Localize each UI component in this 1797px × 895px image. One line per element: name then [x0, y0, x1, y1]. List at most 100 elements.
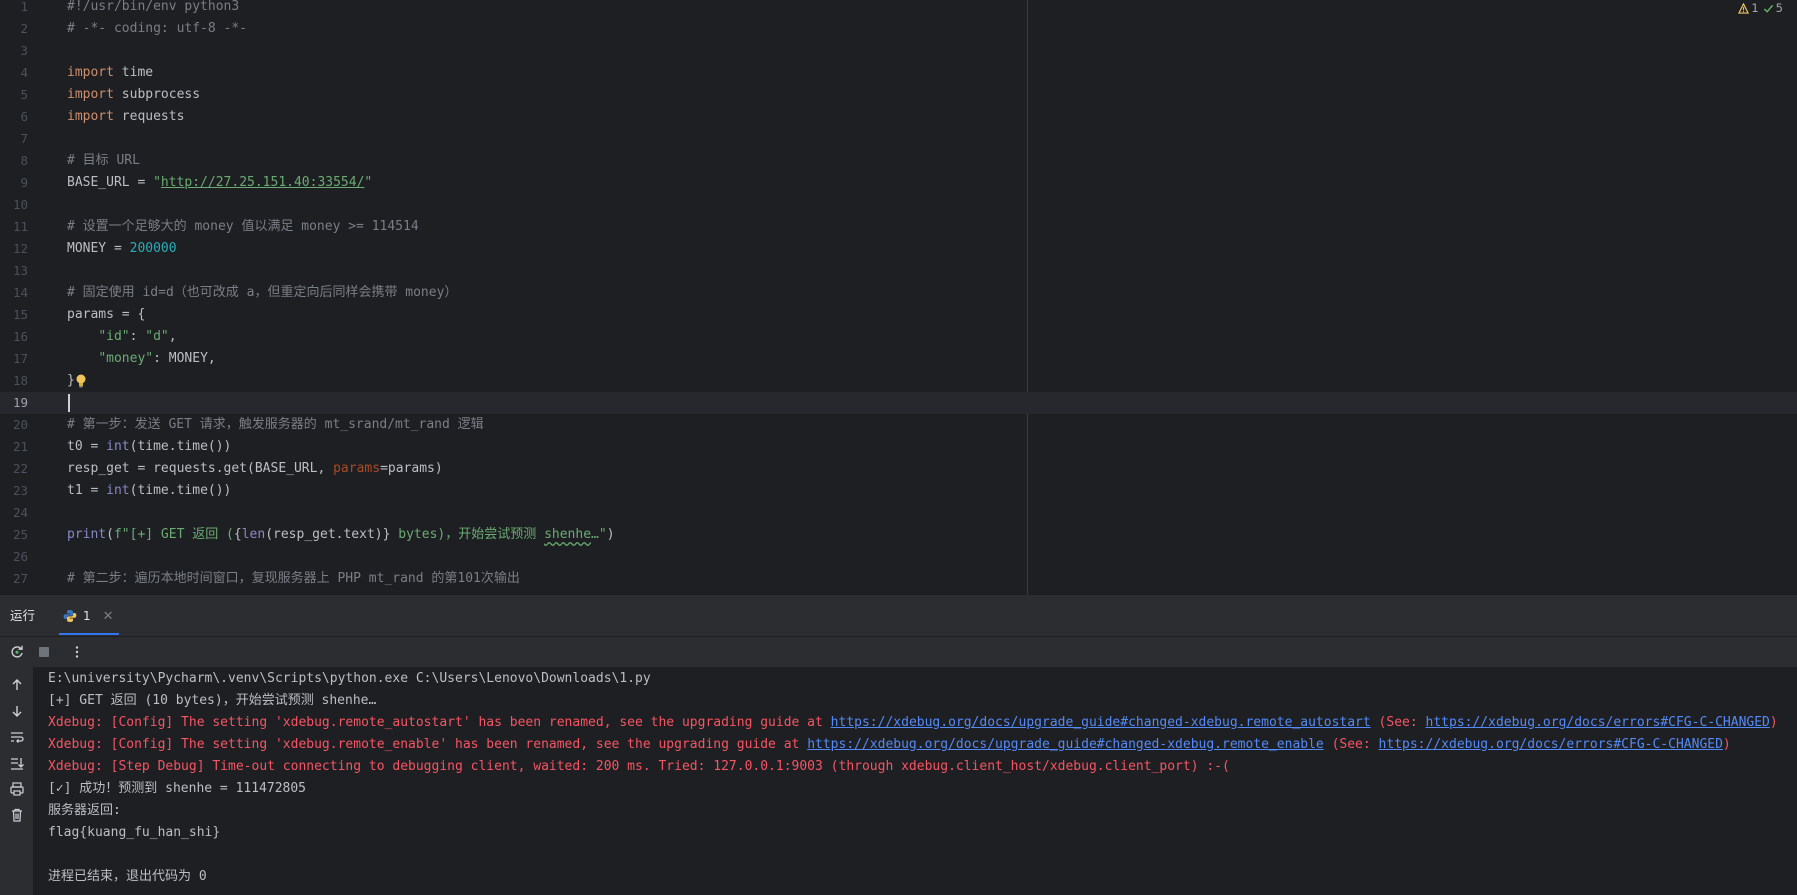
console-text: ): [1722, 737, 1731, 752]
line-number: 26: [12, 549, 28, 564]
inspection-widget[interactable]: 1 5: [1738, 0, 1783, 16]
code-line[interactable]: 13: [0, 260, 1797, 282]
url-link[interactable]: http://27.25.151.40:33554/: [161, 175, 365, 190]
line-number: 18: [12, 373, 28, 388]
code-line[interactable]: 14 # 固定使用 id=d（也可改成 a，但重定向后同样会携带 money）: [0, 282, 1797, 304]
soft-wrap-icon[interactable]: [9, 729, 25, 745]
code-line[interactable]: 1 #!/usr/bin/env python3: [0, 0, 1797, 18]
console-line: [✓] 成功！预测到 shenhe = 111472805: [48, 778, 1797, 800]
code-token: import: [67, 65, 114, 80]
console-text: 进程已结束，退出代码为 0: [48, 869, 207, 884]
code-line[interactable]: 16 "id": "d",: [0, 326, 1797, 348]
line-number: 19: [12, 395, 28, 410]
code-line[interactable]: 19: [0, 392, 1797, 414]
code-token: # 固定使用 id=d（也可改成 a，但重定向后同样会携带 money）: [67, 285, 458, 300]
code-text: print(f"[+] GET 返回 ({len(resp_get.text)}…: [67, 524, 615, 546]
code-line[interactable]: 20 # 第一步：发送 GET 请求，触发服务器的 mt_srand/mt_ran…: [0, 414, 1797, 436]
code-token: ": [364, 175, 373, 190]
code-token: : MONEY,: [153, 351, 216, 366]
code-token: BASE_URL =: [67, 175, 154, 190]
code-line[interactable]: 18}: [0, 370, 1797, 392]
code-line[interactable]: 11 # 设置一个足够大的 money 值以满足 money >= 114514: [0, 216, 1797, 238]
code-line[interactable]: 21 t0 = int(time.time()): [0, 436, 1797, 458]
code-line[interactable]: 10: [0, 194, 1797, 216]
code-editor[interactable]: 1 #!/usr/bin/env python3 2 # -*- coding: ut…: [0, 0, 1797, 595]
code-line[interactable]: 12 MONEY = 200000: [0, 238, 1797, 260]
code-line[interactable]: 25 print(f"[+] GET 返回 ({len(resp_get.text…: [0, 524, 1797, 546]
run-side-toolbar: [0, 667, 33, 895]
ide-window: 1 #!/usr/bin/env python3 2 # -*- coding: ut…: [0, 0, 1797, 895]
console-link[interactable]: https://xdebug.org/docs/upgrade_guide#ch…: [807, 737, 1324, 752]
line-number: 27: [12, 571, 28, 586]
code-line[interactable]: 7: [0, 128, 1797, 150]
code-line[interactable]: 5 import subprocess: [0, 84, 1797, 106]
code-line[interactable]: 3: [0, 40, 1797, 62]
code-line[interactable]: 24: [0, 502, 1797, 524]
code-text: # -*- coding: utf-8 -*-: [67, 18, 247, 40]
arrow-down-icon[interactable]: [9, 703, 25, 719]
lightbulb-icon[interactable]: [74, 373, 88, 389]
code-token: # -*- coding: utf-8 -*-: [67, 21, 248, 36]
code-line[interactable]: 26: [0, 546, 1797, 568]
code-line[interactable]: 9 BASE_URL = "http://27.25.151.40:33554/": [0, 172, 1797, 194]
code-text: import subprocess: [67, 84, 200, 106]
line-number: 15: [12, 307, 28, 322]
console-text: (See:: [1370, 715, 1426, 730]
code-token: (time.time()): [129, 483, 232, 498]
code-line[interactable]: 8 # 目标 URL: [0, 150, 1797, 172]
code-token: # 目标 URL: [67, 153, 140, 168]
console-output[interactable]: E:\university\Pycharm\.venv\Scripts\pyth…: [48, 668, 1797, 895]
line-number: 17: [12, 351, 28, 366]
console-text: Xdebug: [Config] The setting 'xdebug.rem…: [48, 737, 808, 752]
code-line[interactable]: 27 # 第二步：遍历本地时间窗口，复现服务器上 PHP mt_rand 的第10…: [0, 568, 1797, 590]
scroll-to-end-icon[interactable]: [9, 755, 25, 771]
code-line[interactable]: 15 params = {: [0, 304, 1797, 326]
console-error-line: Xdebug: [Config] The setting 'xdebug.rem…: [48, 734, 1797, 756]
more-vertical-icon[interactable]: [69, 644, 85, 660]
code-token: "d": [145, 329, 169, 344]
trash-icon[interactable]: [9, 807, 25, 823]
code-token: ,: [168, 329, 177, 344]
code-token: t0 =: [67, 439, 107, 454]
code-line[interactable]: 22 resp_get = requests.get(BASE_URL, para…: [0, 458, 1797, 480]
code-line[interactable]: 17 "money": MONEY,: [0, 348, 1797, 370]
code-text: "id": "d",: [67, 326, 177, 348]
active-tab-indicator: [59, 633, 119, 635]
warning-count[interactable]: 1: [1738, 1, 1759, 15]
console-link[interactable]: https://xdebug.org/docs/errors#CFG-C-CHA…: [1426, 715, 1770, 730]
code-token: int: [106, 439, 130, 454]
code-token: (: [106, 527, 114, 542]
ok-count[interactable]: 5: [1763, 1, 1783, 15]
code-line[interactable]: 23 t1 = int(time.time()): [0, 480, 1797, 502]
console-text: (See:: [1323, 737, 1379, 752]
line-number: 20: [12, 417, 28, 432]
console-link[interactable]: https://xdebug.org/docs/upgrade_guide#ch…: [831, 715, 1371, 730]
run-tab[interactable]: 1 ✕: [59, 604, 121, 628]
code-token: requests: [113, 109, 185, 124]
code-text: # 固定使用 id=d（也可改成 a，但重定向后同样会携带 money）: [67, 282, 457, 304]
line-number: 2: [20, 21, 28, 36]
code-line[interactable]: 4 import time: [0, 62, 1797, 84]
code-token: ": [153, 175, 161, 190]
line-number: 12: [12, 241, 28, 256]
code-text: t0 = int(time.time()): [67, 436, 231, 458]
code-text: MONEY = 200000: [67, 238, 177, 260]
console-line: E:\university\Pycharm\.venv\Scripts\pyth…: [48, 668, 1797, 690]
code-text: #!/usr/bin/env python3: [67, 0, 239, 18]
stop-icon[interactable]: [36, 644, 52, 660]
close-icon[interactable]: ✕: [103, 609, 114, 624]
arrow-up-icon[interactable]: [9, 677, 25, 693]
code-token: "money": [98, 351, 154, 366]
console-line: flag{kuang_fu_han_shi}: [48, 822, 1797, 844]
code-token: params = {: [67, 307, 146, 322]
line-number: 5: [20, 87, 28, 102]
code-text: # 目标 URL: [67, 150, 140, 172]
code-token: len: [241, 527, 266, 542]
print-icon[interactable]: [9, 781, 25, 797]
rerun-icon[interactable]: [9, 644, 25, 660]
code-line[interactable]: 6 import requests: [0, 106, 1797, 128]
console-link[interactable]: https://xdebug.org/docs/errors#CFG-C-CHA…: [1379, 737, 1723, 752]
code-line[interactable]: 2 # -*- coding: utf-8 -*-: [0, 18, 1797, 40]
